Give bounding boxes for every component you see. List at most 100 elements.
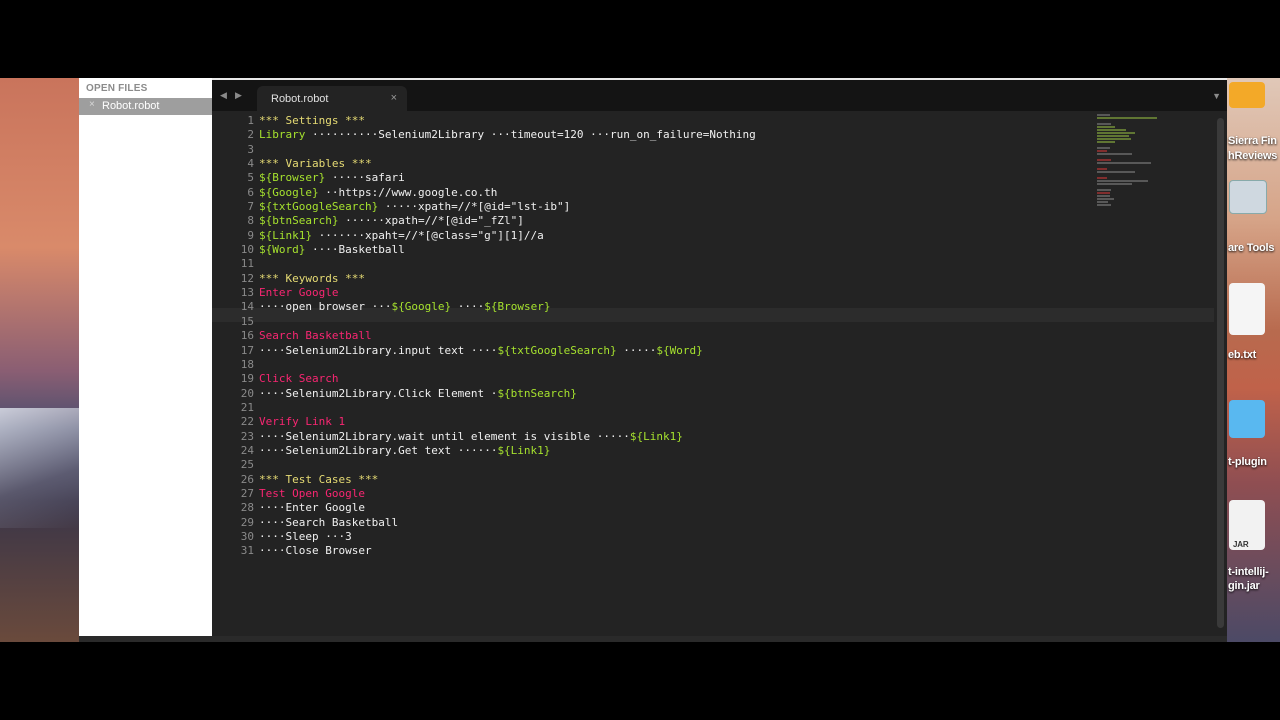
line-number: 31 [240, 544, 254, 558]
code-line[interactable]: ${Google} ··https://www.google.co.th [259, 186, 1139, 200]
sidebar-item-robot[interactable]: × Robot.robot [79, 98, 212, 115]
whitespace-marker: ···· [464, 343, 498, 357]
text-file-icon[interactable] [1229, 283, 1265, 335]
code-token: ${btnSearch} [497, 386, 577, 400]
line-number: 6 [247, 185, 254, 199]
code-line[interactable] [259, 458, 1139, 472]
desktop-label: t-intellij- [1228, 566, 1269, 578]
folder-icon[interactable] [1229, 400, 1265, 438]
minimap-line [1097, 168, 1107, 170]
code-token: open browser [285, 300, 365, 314]
code-line[interactable]: ····Sleep ···3 [259, 530, 1139, 544]
code-line[interactable]: ${Link1} ·······xpaht=//*[@class="g"][1]… [259, 229, 1139, 243]
code-line[interactable]: ····Selenium2Library.input text ····${tx… [259, 344, 1139, 358]
code-line[interactable]: ····Selenium2Library.Click Element ·${bt… [259, 387, 1139, 401]
code-token: ${Word} [259, 243, 306, 257]
code-line[interactable] [259, 257, 1139, 271]
line-number: 3 [247, 142, 254, 156]
code-line[interactable]: ${txtGoogleSearch} ·····xpath=//*[@id="l… [259, 200, 1139, 214]
code-line[interactable]: Test Open Google [259, 487, 1139, 501]
tab-menu-icon[interactable]: ▼ [1212, 91, 1221, 101]
code-token: Selenium2Library [378, 128, 485, 142]
code-token: ${txtGoogleSearch} [259, 200, 379, 214]
minimap-line [1097, 204, 1111, 206]
code-line[interactable]: *** Keywords *** [259, 272, 1139, 286]
line-number: 28 [240, 501, 254, 515]
minimap-line [1097, 135, 1129, 137]
whitespace-marker: ··· [318, 529, 346, 543]
minimap-line [1097, 159, 1111, 161]
code-token: xpath=//*[@id="_fZl"] [384, 214, 524, 228]
close-icon[interactable]: × [391, 92, 397, 104]
desktop-label: gin.jar [1228, 580, 1260, 592]
minimap-line [1097, 147, 1110, 149]
code-line[interactable]: Enter Google [259, 286, 1139, 300]
code-line[interactable]: ${Word} ····Basketball [259, 243, 1139, 257]
code-token: xpath=//*[@id="lst-ib"] [417, 200, 571, 214]
code-line[interactable] [259, 143, 1139, 157]
code-line[interactable]: ····open browser ···${Google} ····${Brow… [259, 300, 1139, 314]
sidebar: OPEN FILES × Robot.robot [79, 78, 212, 636]
code-line[interactable]: ····Selenium2Library.wait until element … [259, 430, 1139, 444]
code-token: ${Google} [259, 185, 319, 199]
code-line[interactable]: ····Close Browser [259, 544, 1139, 558]
line-number: 16 [240, 329, 254, 343]
minimap-line [1097, 138, 1132, 140]
code-line[interactable]: ${Browser} ·····safari [259, 171, 1139, 185]
code-line[interactable]: Library ··········Selenium2Library ···ti… [259, 128, 1139, 142]
code-line[interactable]: ····Enter Google [259, 501, 1139, 515]
code-token: Selenium2Library.Click Element [285, 386, 485, 400]
code-token: Search Basketball [259, 329, 372, 343]
code-line[interactable]: *** Test Cases *** [259, 473, 1139, 487]
desktop-label: Sierra Fin [1228, 135, 1277, 147]
code-line[interactable]: Verify Link 1 [259, 415, 1139, 429]
back-arrow-icon[interactable]: ◀ [220, 90, 227, 101]
code-token: ${btnSearch} [259, 214, 339, 228]
whitespace-marker: ····· [378, 200, 418, 214]
whitespace-marker: ···· [259, 544, 286, 558]
app-tools-icon[interactable] [1229, 180, 1267, 214]
minimap-line [1097, 162, 1151, 164]
editor: ◀ ▶ Robot.robot × ▼ 1 2 3 4 5 6 7 8 9 10 11 12 13 14 1… [212, 78, 1227, 636]
code-line[interactable]: Click Search [259, 372, 1139, 386]
open-files-header: OPEN FILES [86, 83, 148, 94]
scrollbar[interactable] [1217, 118, 1224, 628]
minimap-line [1097, 177, 1108, 179]
code-token: *** Variables *** [259, 157, 372, 171]
minimap-line [1097, 141, 1115, 143]
mountain-snow [0, 408, 79, 528]
code-line[interactable] [259, 358, 1139, 372]
close-icon[interactable]: × [89, 99, 95, 110]
minimap-line [1097, 180, 1149, 182]
code-line[interactable] [259, 401, 1139, 415]
code-token: Search Basketball [285, 515, 399, 529]
code-area[interactable]: *** Settings *** Library ··········Seleni… [259, 114, 1139, 559]
whitespace-marker: ···· [259, 386, 286, 400]
forward-arrow-icon[interactable]: ▶ [235, 90, 242, 101]
code-token: ${Browser} [259, 171, 326, 185]
line-number: 19 [240, 372, 254, 386]
whitespace-marker: ····· [616, 343, 657, 357]
code-line[interactable]: ····Search Basketball [259, 516, 1139, 530]
minimap-line [1097, 201, 1109, 203]
code-line[interactable] [259, 315, 1139, 329]
minimap-line [1097, 183, 1133, 185]
folder-icon[interactable] [1229, 82, 1265, 108]
whitespace-marker: ······ [451, 443, 498, 457]
code-line[interactable]: *** Settings *** [259, 114, 1139, 128]
code-line[interactable]: Search Basketball [259, 329, 1139, 343]
code-line[interactable]: ${btnSearch} ······xpath=//*[@id="_fZl"] [259, 214, 1139, 228]
code-line[interactable]: ····Selenium2Library.Get text ······${Li… [259, 444, 1139, 458]
line-number: 14 [240, 300, 254, 314]
whitespace-marker: ···· [259, 300, 286, 314]
whitespace-marker: ·········· [305, 128, 379, 142]
code-token: Selenium2Library.wait until element is v… [285, 429, 591, 443]
whitespace-marker: ····· [325, 171, 365, 185]
minimap-line [1097, 114, 1110, 116]
code-line[interactable]: *** Variables *** [259, 157, 1139, 171]
whitespace-marker: ···· [259, 429, 286, 443]
tab-robot[interactable]: Robot.robot × [257, 86, 407, 113]
code-token: Click Search [259, 372, 339, 386]
minimap[interactable] [1097, 114, 1177, 206]
code-token: 3 [345, 529, 352, 543]
